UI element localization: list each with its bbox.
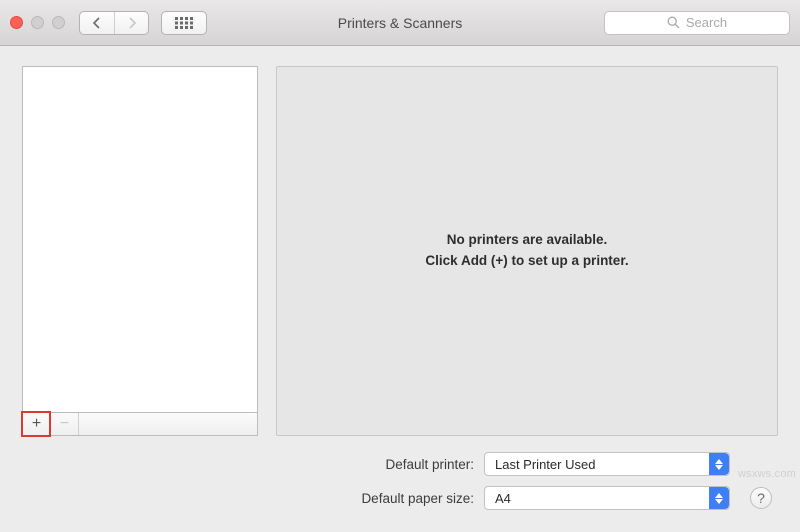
default-printer-label: Default printer:: [22, 457, 474, 472]
printer-detail-panel: No printers are available. Click Add (+)…: [276, 66, 778, 436]
default-printer-value: Last Printer Used: [495, 457, 595, 472]
empty-state-line2: Click Add (+) to set up a printer.: [425, 251, 628, 272]
forward-button[interactable]: [114, 12, 148, 34]
printer-list-panel: + −: [22, 66, 258, 436]
help-button[interactable]: ?: [750, 487, 772, 509]
search-placeholder: Search: [686, 15, 727, 30]
window-controls: [10, 16, 65, 29]
select-stepper-icon: [709, 487, 729, 509]
back-button[interactable]: [80, 12, 114, 34]
empty-state-line1: No printers are available.: [425, 230, 628, 251]
add-printer-button[interactable]: +: [23, 413, 51, 435]
default-paper-size-value: A4: [495, 491, 511, 506]
default-paper-size-label: Default paper size:: [22, 491, 474, 506]
default-printer-select[interactable]: Last Printer Used: [484, 452, 730, 476]
minimize-window-button[interactable]: [31, 16, 44, 29]
nav-back-forward: [79, 11, 149, 35]
show-all-button[interactable]: [161, 11, 207, 35]
search-field[interactable]: Search: [604, 11, 790, 35]
printer-list[interactable]: [22, 66, 258, 412]
search-icon: [667, 16, 680, 29]
titlebar: Printers & Scanners Search: [0, 0, 800, 46]
remove-printer-button: −: [51, 413, 79, 435]
printer-list-footer: + −: [22, 412, 258, 436]
watermark: wsxws.com: [738, 468, 796, 480]
close-window-button[interactable]: [10, 16, 23, 29]
select-stepper-icon: [709, 453, 729, 475]
zoom-window-button[interactable]: [52, 16, 65, 29]
default-paper-size-select[interactable]: A4: [484, 486, 730, 510]
